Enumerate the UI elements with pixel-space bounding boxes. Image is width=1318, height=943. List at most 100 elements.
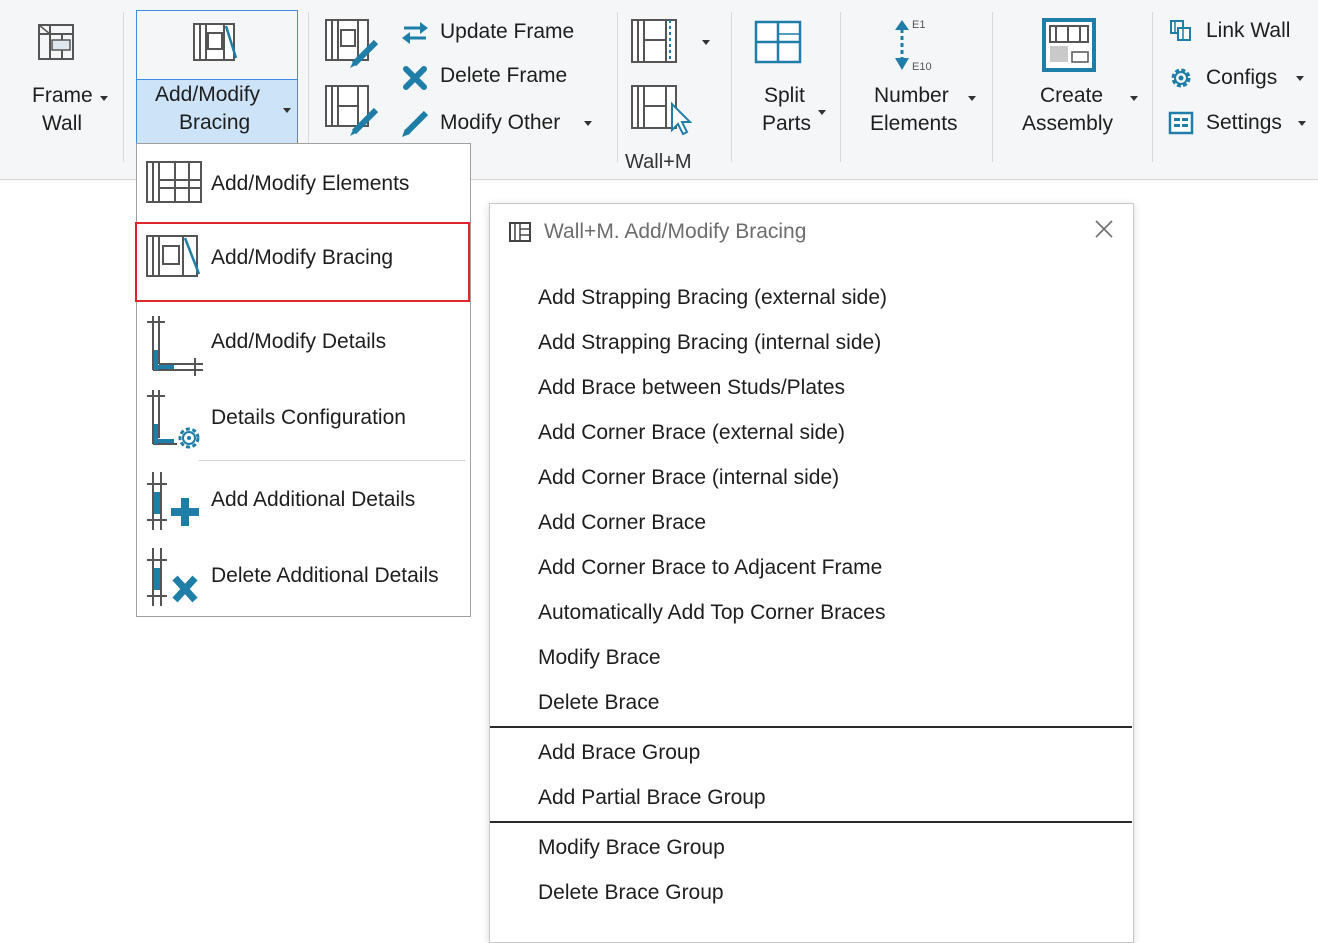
separator	[992, 12, 993, 162]
elements-icon	[145, 160, 203, 204]
split-parts-dropdown-arrow	[818, 110, 826, 115]
create-assembly-dropdown-arrow	[1130, 96, 1138, 101]
details-icon	[145, 314, 203, 376]
menu-item-label: Add Additional Details	[211, 488, 416, 511]
frame-wall-label-2: Wall	[42, 112, 83, 135]
delete-frame-label: Delete Frame	[440, 64, 568, 87]
update-frame-button[interactable]: Update Frame	[398, 16, 588, 48]
menu-item-label: Add/Modify Elements	[211, 172, 410, 195]
add-modify-bracing-dialog: Wall+M. Add/Modify Bracing Add Strapping…	[489, 203, 1134, 943]
dialog-item-delete-brace[interactable]: Delete Brace	[538, 691, 659, 715]
edit-frame-icon[interactable]	[324, 18, 380, 68]
pencil-icon	[400, 109, 430, 139]
close-icon[interactable]	[1092, 217, 1116, 241]
modify-other-button[interactable]: Modify Other	[398, 107, 598, 139]
highlight-box	[135, 222, 470, 302]
dialog-item-modify-brace-group[interactable]: Modify Brace Group	[538, 836, 725, 860]
configs-label: Configs	[1206, 66, 1278, 89]
frame-wall-button[interactable]: Frame Wall	[18, 14, 118, 144]
dialog-item-strapping-external[interactable]: Add Strapping Bracing (external side)	[538, 286, 887, 310]
separator	[731, 12, 732, 162]
menu-item-delete-additional-details[interactable]: Delete Additional Details	[137, 542, 470, 612]
configs-button[interactable]: Configs	[1166, 62, 1316, 94]
create-assembly-button[interactable]: Create Assembly	[1012, 14, 1142, 144]
panel-label-wallm: Wall+M	[625, 151, 692, 173]
delete-frame-button[interactable]: Delete Frame	[398, 61, 588, 93]
menu-item-add-modify-details[interactable]: Add/Modify Details	[137, 308, 470, 378]
menu-item-add-additional-details[interactable]: Add Additional Details	[137, 466, 470, 536]
dialog-divider	[490, 821, 1132, 823]
separator	[617, 12, 618, 162]
create-assembly-label-1: Create	[1040, 84, 1104, 107]
menu-item-label: Details Configuration	[211, 406, 406, 429]
menu-item-label: Add/Modify Details	[211, 330, 387, 353]
dialog-item-corner-brace[interactable]: Add Corner Brace	[538, 511, 706, 535]
create-assembly-label-2: Assembly	[1022, 112, 1114, 135]
modify-other-label: Modify Other	[440, 111, 561, 134]
separator	[308, 12, 309, 162]
dialog-item-auto-top-corner[interactable]: Automatically Add Top Corner Braces	[538, 601, 885, 625]
configs-dropdown-arrow	[1296, 76, 1304, 81]
frame-wall-icon	[36, 22, 76, 62]
menu-item-add-modify-elements[interactable]: Add/Modify Elements	[137, 148, 470, 218]
link-wall-label: Link Wall	[1206, 19, 1291, 42]
add-modify-bracing-button[interactable]: Add/Modify Bracing	[136, 10, 298, 145]
update-frame-label: Update Frame	[440, 20, 575, 43]
dialog-item-add-brace-group[interactable]: Add Brace Group	[538, 741, 700, 765]
number-elements-dropdown-arrow	[968, 96, 976, 101]
edit-frame-alt-icon[interactable]	[324, 84, 380, 136]
split-parts-label-2: Parts	[762, 112, 812, 135]
dialog-title: Wall+M. Add/Modify Bracing	[544, 220, 807, 243]
bracing-dropdown-menu: Add/Modify Elements Add/Modify Bracing A…	[135, 143, 471, 617]
number-elements-label-2: Elements	[870, 112, 958, 135]
bracing-icon	[192, 21, 240, 63]
dialog-app-icon	[508, 221, 532, 243]
number-elements-icon: E1 E10	[890, 16, 950, 76]
wall-select-button[interactable]	[626, 84, 696, 140]
number-elements-label-1: Number	[874, 84, 949, 107]
add-modify-bracing-label-1: Add/Modify	[155, 83, 261, 106]
settings-button[interactable]: Settings	[1166, 107, 1316, 139]
number-elements-button[interactable]: E1 E10 Number Elements	[860, 14, 982, 144]
delete-detail-x-icon	[143, 546, 205, 610]
settings-label: Settings	[1206, 111, 1282, 134]
dialog-item-corner-brace-external[interactable]: Add Corner Brace (external side)	[538, 421, 845, 445]
gear-icon	[1168, 65, 1194, 91]
menu-divider	[199, 460, 466, 461]
dialog-item-corner-brace-internal[interactable]: Add Corner Brace (internal side)	[538, 466, 839, 490]
add-modify-bracing-dropdown-arrow	[283, 108, 291, 113]
dialog-item-brace-between-studs[interactable]: Add Brace between Studs/Plates	[538, 376, 845, 400]
split-parts-label-1: Split	[764, 84, 805, 107]
menu-item-label: Delete Additional Details	[211, 564, 439, 587]
separator	[1152, 12, 1153, 162]
link-wall-button[interactable]: Link Wall	[1166, 16, 1316, 48]
update-arrows-icon	[400, 19, 430, 45]
number-tag-top: E1	[912, 19, 925, 31]
add-modify-bracing-label-2: Bracing	[179, 111, 251, 134]
separator	[123, 12, 124, 162]
frame-wall-label-1: Frame	[32, 84, 93, 107]
link-wall-icon	[1168, 18, 1194, 44]
add-detail-plus-icon	[143, 470, 205, 534]
settings-panel-icon	[1168, 110, 1194, 136]
split-parts-icon	[754, 20, 802, 64]
split-parts-button[interactable]: Split Parts	[742, 14, 832, 144]
number-tag-bottom: E10	[912, 61, 932, 73]
modify-other-dropdown-arrow	[584, 121, 592, 126]
frame-wall-dropdown-arrow	[100, 96, 108, 101]
menu-item-details-configuration[interactable]: Details Configuration	[137, 384, 470, 454]
separator	[840, 12, 841, 162]
dialog-item-delete-brace-group[interactable]: Delete Brace Group	[538, 881, 724, 905]
wall-select-cursor-icon	[630, 84, 692, 138]
delete-x-icon	[402, 65, 428, 91]
dialog-item-corner-brace-adjacent[interactable]: Add Corner Brace to Adjacent Frame	[538, 556, 882, 580]
wall-view-button[interactable]	[626, 16, 718, 70]
details-config-gear-icon	[145, 388, 205, 452]
wall-view-dropdown-arrow	[702, 40, 710, 45]
settings-dropdown-arrow	[1298, 121, 1306, 126]
wall-view-icon	[630, 18, 680, 64]
add-modify-bracing-split[interactable]: Add/Modify Bracing	[136, 79, 298, 145]
dialog-item-strapping-internal[interactable]: Add Strapping Bracing (internal side)	[538, 331, 881, 355]
dialog-item-add-partial-brace-group[interactable]: Add Partial Brace Group	[538, 786, 766, 810]
dialog-item-modify-brace[interactable]: Modify Brace	[538, 646, 661, 670]
